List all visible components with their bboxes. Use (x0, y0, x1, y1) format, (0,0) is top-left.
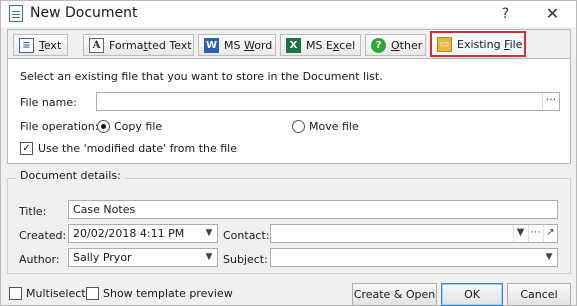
new-document-dialog: New Document ? ✕ ≡ Text A Formatted Text… (0, 0, 577, 306)
move-file-label: Move file (309, 120, 359, 133)
title-label: Title: (19, 205, 47, 218)
close-button[interactable]: ✕ (530, 1, 575, 27)
created-label: Created: (19, 229, 67, 242)
multiselect-label: Multiselect (26, 287, 86, 300)
document-icon (9, 5, 23, 22)
chevron-down-icon[interactable]: ▼ (541, 249, 557, 266)
help-circle-icon: ? (371, 37, 386, 53)
move-file-radio[interactable] (292, 120, 305, 133)
file-name-label: File name: (20, 96, 77, 109)
text-doc-icon: ≡ (19, 37, 34, 53)
file-name-input[interactable]: ··· (96, 92, 560, 111)
more-icon[interactable]: ⋯ (528, 225, 542, 242)
chevron-down-icon[interactable]: ▼ (513, 225, 527, 242)
copy-file-label: Copy file (114, 120, 163, 133)
tab-label: MS Excel (306, 38, 356, 52)
word-icon: W (204, 37, 219, 53)
author-label: Author: (19, 253, 60, 266)
tab-existing-file[interactable]: ▭ Existing File (430, 31, 526, 57)
instruction-text: Select an existing file that you want to… (20, 70, 383, 83)
cancel-button[interactable]: Cancel (507, 283, 571, 306)
document-type-tabs: ≡ Text A Formatted Text W MS Word X MS E… (7, 29, 571, 59)
ok-button[interactable]: OK (441, 283, 503, 306)
tab-other[interactable]: ? Other (365, 34, 426, 56)
copy-file-radio[interactable] (97, 120, 110, 133)
chevron-down-icon[interactable]: ▼ (201, 225, 217, 242)
formatted-text-icon: A (89, 37, 104, 53)
tab-label: MS Word (224, 38, 273, 52)
tab-ms-word[interactable]: W MS Word (198, 34, 276, 56)
document-details-legend: Document details: (16, 169, 125, 182)
window-title: New Document (30, 5, 138, 21)
tab-label: Other (391, 38, 423, 52)
open-contact-icon[interactable]: ↗ (543, 225, 557, 242)
show-template-checkbox[interactable] (86, 287, 99, 300)
author-value: Sally Pryor (73, 251, 132, 264)
tab-ms-excel[interactable]: X MS Excel (280, 34, 361, 56)
contact-input[interactable]: ▼ ⋯ ↗ (270, 224, 558, 243)
created-value: 20/02/2018 4:11 PM (73, 227, 185, 240)
tab-label: Text (39, 38, 62, 52)
subject-select[interactable]: ▼ (270, 248, 558, 267)
modified-date-label: Use the 'modified date' from the file (38, 142, 237, 155)
help-button[interactable]: ? (483, 1, 528, 27)
folder-file-icon: ▭ (437, 36, 452, 52)
title-input[interactable]: Case Notes (68, 200, 558, 219)
tab-label: Formatted Text (109, 38, 192, 52)
browse-button[interactable]: ··· (542, 93, 559, 110)
contact-label: Contact: (223, 229, 270, 242)
existing-file-panel: Select an existing file that you want to… (7, 58, 571, 164)
show-template-label: Show template preview (103, 287, 233, 300)
multiselect-checkbox[interactable] (9, 287, 22, 300)
author-select[interactable]: Sally Pryor ▼ (68, 248, 218, 267)
title-bar: New Document ? ✕ (1, 1, 576, 27)
chevron-down-icon[interactable]: ▼ (201, 249, 217, 266)
tab-text[interactable]: ≡ Text (13, 34, 68, 56)
tab-formatted-text[interactable]: A Formatted Text (83, 34, 194, 56)
created-date-picker[interactable]: 20/02/2018 4:11 PM ▼ (68, 224, 218, 243)
excel-icon: X (286, 37, 301, 53)
tab-label: Existing File (457, 37, 523, 51)
create-open-button[interactable]: Create & Open (352, 283, 437, 306)
file-operation-label: File operation: (20, 120, 99, 133)
subject-label: Subject: (223, 253, 268, 266)
modified-date-checkbox[interactable]: ✓ (20, 142, 33, 155)
